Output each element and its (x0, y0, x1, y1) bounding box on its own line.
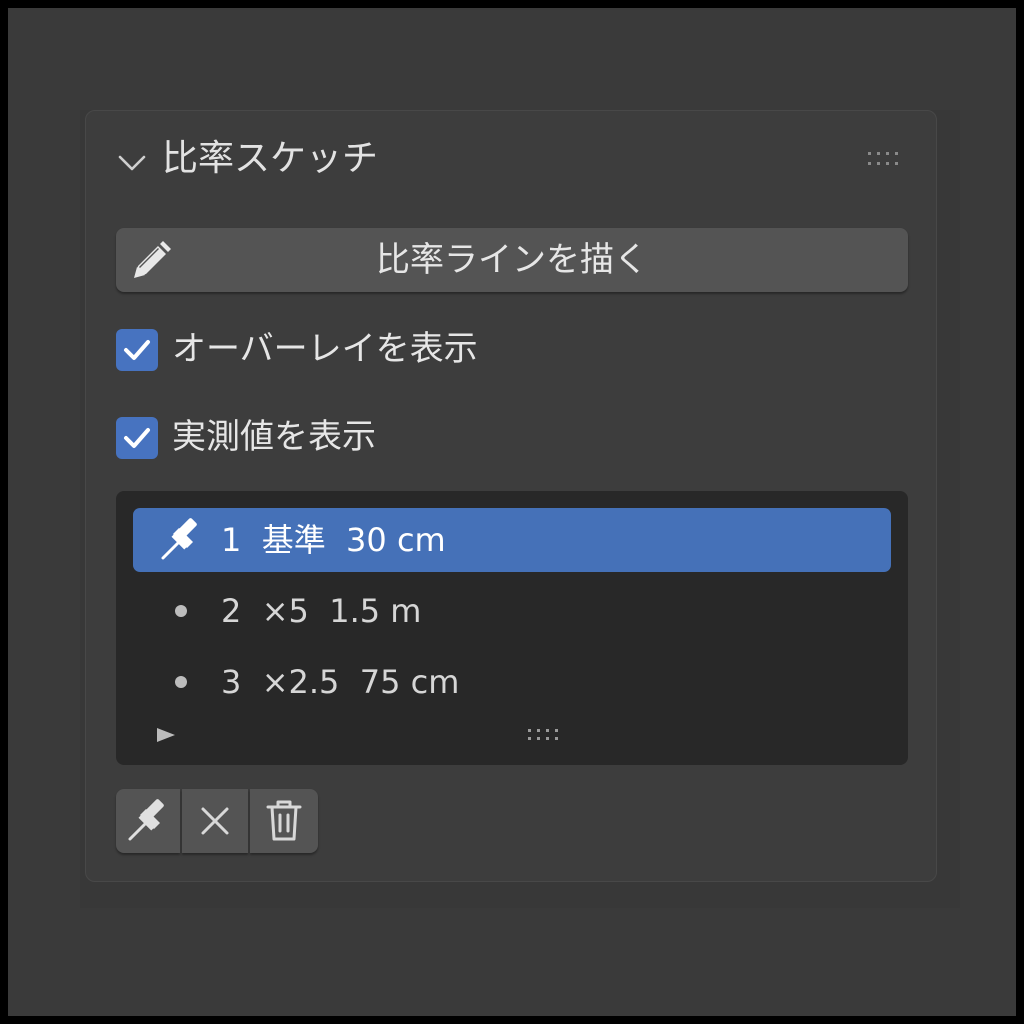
draw-ratio-line-button[interactable]: 比率ラインを描く (116, 228, 908, 292)
show-overlay-checkbox[interactable]: オーバーレイを表示 (116, 325, 596, 373)
list-item-text: 1 基準 30 cm (221, 521, 446, 559)
panel-header[interactable]: 比率スケッチ (86, 111, 936, 203)
show-measurements-label: 実測値を表示 (172, 417, 376, 457)
ratio-line-list: 1 基準 30 cm 2 ×5 1.5 m 3 ×2.5 75 cm (116, 491, 908, 765)
grip-icon[interactable] (526, 727, 566, 743)
pin-icon (161, 518, 197, 560)
set-base-button[interactable] (116, 789, 180, 853)
pin-icon (128, 799, 164, 841)
close-icon (201, 807, 229, 835)
list-item-text: 3 ×2.5 75 cm (221, 663, 460, 701)
ratio-sketch-panel: 比率スケッチ 比率ラインを描く オーバーレイを表示 実測値を表示 1 基準 30… (85, 110, 937, 882)
checkbox-box[interactable] (116, 417, 158, 459)
show-measurements-checkbox[interactable]: 実測値を表示 (116, 413, 436, 461)
bullet-icon (175, 605, 187, 617)
draw-button-label: 比率ラインを描く (376, 240, 648, 280)
checkmark-icon (124, 428, 150, 448)
list-item[interactable]: 1 基準 30 cm (133, 508, 891, 572)
checkmark-icon (124, 340, 150, 360)
list-item[interactable]: 2 ×5 1.5 m (133, 579, 891, 643)
checkbox-box[interactable] (116, 329, 158, 371)
list-item[interactable]: 3 ×2.5 75 cm (133, 650, 891, 714)
bullet-icon (175, 676, 187, 688)
chevron-down-icon[interactable] (114, 145, 150, 181)
triangle-right-icon[interactable] (154, 725, 178, 745)
list-item-text: 2 ×5 1.5 m (221, 592, 422, 630)
show-overlay-label: オーバーレイを表示 (172, 329, 478, 369)
remove-line-button[interactable] (182, 789, 248, 853)
drag-handle-icon[interactable] (866, 149, 906, 169)
delete-all-button[interactable] (250, 789, 318, 853)
trash-icon (266, 800, 302, 841)
panel-title: 比率スケッチ (162, 138, 379, 179)
